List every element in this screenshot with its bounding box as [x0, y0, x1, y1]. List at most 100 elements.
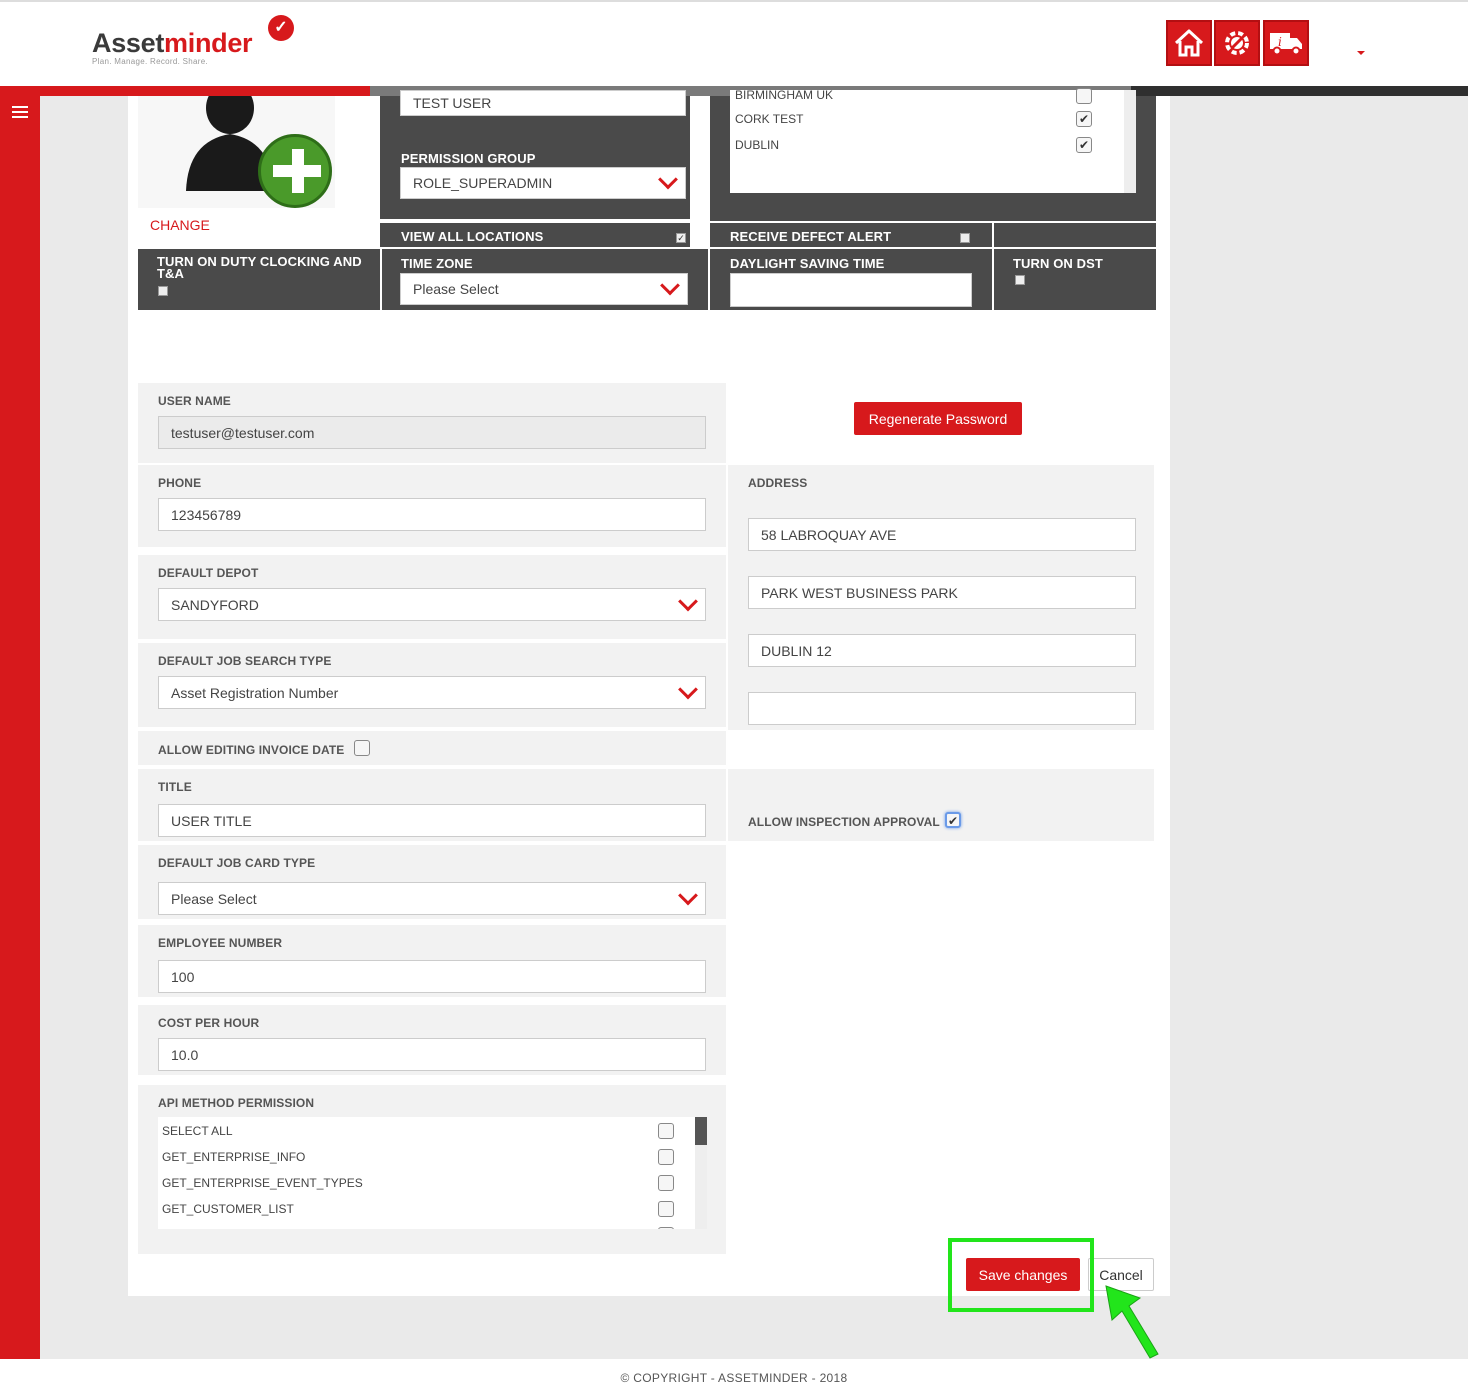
turn-on-dst-label: TURN ON DST	[1013, 256, 1103, 271]
employee-number-value: 100	[171, 968, 195, 985]
title-label: TITLE	[158, 780, 192, 794]
regenerate-password-button[interactable]: Regenerate Password	[854, 402, 1022, 435]
duty-clocking-checkbox[interactable]	[158, 286, 168, 296]
job-card-type-select[interactable]: Please Select	[158, 882, 706, 915]
vehicle-info-button[interactable]: i	[1263, 20, 1309, 66]
menu-icon[interactable]	[12, 106, 28, 121]
phone-field[interactable]: 123456789	[158, 498, 706, 531]
settings-wrench-icon	[1225, 31, 1249, 55]
api-item-checkbox[interactable]	[658, 1123, 674, 1139]
title-field[interactable]: USER TITLE	[158, 804, 706, 837]
address-label: ADDRESS	[748, 476, 808, 490]
footer: © COPYRIGHT - ASSETMINDER - 2018	[0, 1359, 1468, 1398]
time-zone-select[interactable]: Please Select	[400, 273, 688, 305]
address-line-3-value: DUBLIN 12	[761, 642, 832, 659]
home-button[interactable]	[1166, 20, 1212, 66]
permission-group-panel: PERMISSION GROUP ROLE_SUPERADMIN	[380, 143, 690, 219]
api-item-label: SELECT ALL	[162, 1124, 233, 1138]
api-item-label: GET_CUSTOMER_LIST	[162, 1202, 294, 1216]
truck-info-icon: i	[1270, 33, 1302, 56]
location-checkbox[interactable]: ✔	[1076, 137, 1092, 153]
profile-photo[interactable]	[138, 96, 335, 208]
allow-invoice-label: ALLOW EDITING INVOICE DATE	[158, 743, 345, 757]
default-depot-value: SANDYFORD	[171, 596, 259, 613]
phone-row: PHONE 123456789	[138, 465, 726, 547]
address-line-1-value: 58 LABROQUAY AVE	[761, 526, 897, 543]
allow-invoice-row: ALLOW EDITING INVOICE DATE	[138, 731, 726, 765]
logo-check-icon: ✓	[268, 15, 294, 41]
allow-inspection-label: ALLOW INSPECTION APPROVAL	[748, 815, 940, 829]
job-search-type-select[interactable]: Asset Registration Number	[158, 676, 706, 709]
api-permission-row: API METHOD PERMISSION SELECT ALL GET_ENT…	[138, 1085, 726, 1254]
view-all-locations-label: VIEW ALL LOCATIONS	[401, 229, 544, 244]
defect-alert-panel: RECEIVE DEFECT ALERT	[710, 223, 992, 247]
locations-panel: BIRMINGHAM UK CORK TEST ✔ DUBLIN ✔	[710, 88, 1156, 221]
receive-defect-alert-label: RECEIVE DEFECT ALERT	[730, 229, 892, 244]
location-checkbox[interactable]	[1076, 88, 1092, 104]
cost-per-hour-field[interactable]: 10.0	[158, 1038, 706, 1071]
dst-input[interactable]	[730, 273, 972, 307]
locations-scrollbar[interactable]	[1124, 90, 1136, 193]
turn-on-dst-checkbox[interactable]	[1015, 275, 1025, 285]
api-permission-list: SELECT ALL GET_ENTERPRISE_INFO GET_ENTER…	[158, 1117, 707, 1229]
header-bar-dark	[1131, 86, 1468, 96]
address-line-3[interactable]: DUBLIN 12	[748, 634, 1136, 667]
allow-inspection-row: ALLOW INSPECTION APPROVAL ✔	[728, 769, 1154, 841]
address-line-1[interactable]: 58 LABROQUAY AVE	[748, 518, 1136, 551]
job-search-type-value: Asset Registration Number	[171, 684, 339, 701]
location-checkbox[interactable]: ✔	[1076, 111, 1092, 127]
logo-text-main: Asset	[92, 28, 165, 58]
view-all-locations-checkbox[interactable]: ✓	[676, 233, 686, 243]
api-item-label: GET_ENTERPRISE_EVENT_TYPES	[162, 1176, 363, 1190]
api-item-checkbox[interactable]	[658, 1175, 674, 1191]
duty-clocking-panel: TURN ON DUTY CLOCKING AND T&A	[138, 249, 380, 310]
left-sidebar	[0, 96, 40, 1359]
chevron-down-icon	[660, 275, 680, 296]
phone-value: 123456789	[171, 506, 242, 523]
duty-clocking-label: TURN ON DUTY CLOCKING AND T&A	[157, 254, 362, 281]
api-item-label: GET_ENTERPRISE_INFO	[162, 1150, 306, 1164]
receive-defect-alert-checkbox[interactable]	[960, 233, 970, 243]
allow-invoice-checkbox[interactable]	[354, 740, 370, 756]
chevron-down-icon	[658, 169, 678, 190]
api-item-checkbox[interactable]	[658, 1227, 674, 1229]
permission-group-value: ROLE_SUPERADMIN	[413, 175, 553, 191]
turn-on-dst-panel: TURN ON DST	[994, 249, 1156, 310]
chevron-down-icon	[678, 679, 698, 699]
employee-number-row: EMPLOYEE NUMBER 100	[138, 925, 726, 997]
api-list-scrollbar[interactable]	[695, 1117, 707, 1229]
address-box: ADDRESS 58 LABROQUAY AVE PARK WEST BUSIN…	[728, 465, 1154, 730]
user-menu-caret-icon[interactable]	[1357, 51, 1365, 55]
username-row: USER NAME testuser@testuser.com	[138, 383, 726, 463]
allow-inspection-checkbox[interactable]: ✔	[945, 812, 961, 828]
employee-number-field[interactable]: 100	[158, 960, 706, 993]
home-icon	[1174, 29, 1204, 57]
location-item-label: CORK TEST	[735, 112, 804, 126]
address-line-2[interactable]: PARK WEST BUSINESS PARK	[748, 576, 1136, 609]
job-card-type-value: Please Select	[171, 890, 257, 907]
add-user-icon[interactable]	[258, 134, 332, 208]
user-edit-card: CHANGE TEST USER PERMISSION GROUP ROLE_S…	[128, 88, 1170, 1296]
api-list-scroll-thumb[interactable]	[695, 1117, 707, 1145]
assetminder-logo[interactable]: Assetminder ✓ Plan. Manage. Record. Shar…	[92, 15, 294, 66]
location-item-label: BIRMINGHAM UK	[735, 88, 834, 102]
change-photo-link[interactable]: CHANGE	[150, 217, 210, 233]
permission-group-label: PERMISSION GROUP	[401, 151, 536, 166]
chevron-down-icon	[678, 591, 698, 611]
permission-group-select[interactable]: ROLE_SUPERADMIN	[400, 167, 686, 199]
title-row: TITLE USER TITLE	[138, 769, 726, 841]
address-line-4[interactable]	[748, 692, 1136, 725]
location-item-label: DUBLIN	[735, 138, 780, 152]
copyright-text: © COPYRIGHT - ASSETMINDER - 2018	[620, 1371, 848, 1385]
name-field[interactable]: TEST USER	[400, 90, 686, 116]
phone-label: PHONE	[158, 476, 202, 490]
api-item-checkbox[interactable]	[658, 1149, 674, 1165]
job-card-type-label: DEFAULT JOB CARD TYPE	[158, 856, 316, 870]
job-card-type-row: DEFAULT JOB CARD TYPE Please Select	[138, 845, 726, 919]
api-item-checkbox[interactable]	[658, 1201, 674, 1217]
settings-button[interactable]	[1214, 20, 1260, 66]
username-field[interactable]: testuser@testuser.com	[158, 416, 706, 449]
logo-text-accent: minder	[164, 28, 253, 58]
default-depot-select[interactable]: SANDYFORD	[158, 588, 706, 621]
time-zone-label: TIME ZONE	[401, 256, 473, 271]
